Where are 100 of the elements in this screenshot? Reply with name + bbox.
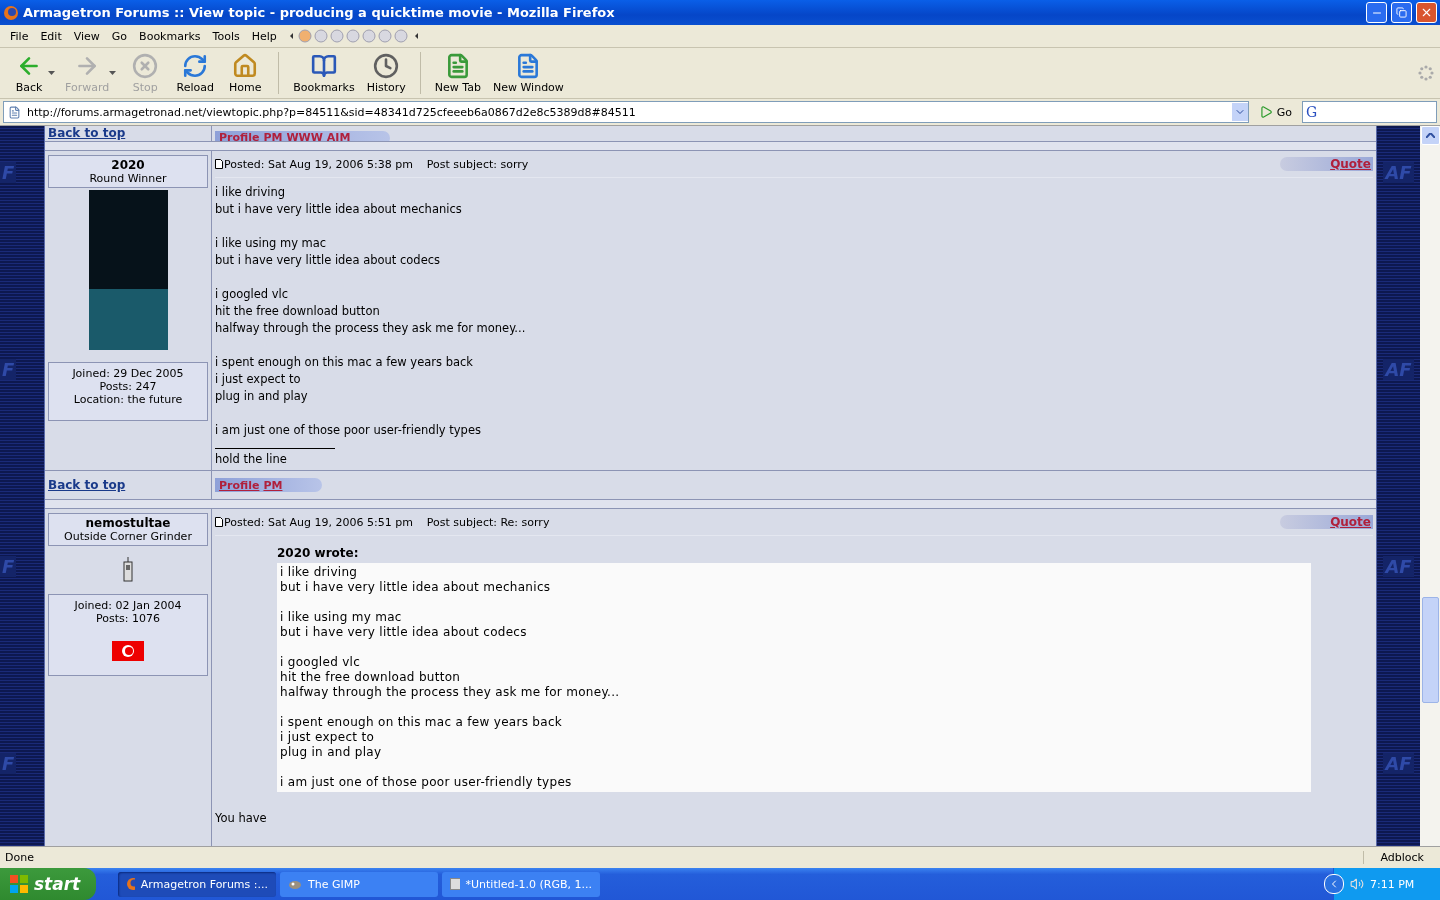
post-text-line: i like using my mac: [215, 235, 328, 252]
post-date: Posted: Sat Aug 19, 2006 5:38 pm: [224, 157, 413, 171]
back-to-top-link[interactable]: Back to top: [48, 478, 126, 492]
post-text-line: hit the free download button: [215, 303, 381, 320]
menu-item[interactable]: Tools: [206, 29, 246, 43]
post-text-line: but i have very little idea about mechanics: [280, 580, 552, 595]
menu-item[interactable]: Bookmarks: [133, 29, 207, 43]
post-text-line: i spent enough on this mac a few years back: [280, 715, 564, 730]
window-title: Armagetron Forums :: View topic - producing a quicktime movie - Mozilla Firefox: [23, 5, 616, 20]
logo-mark: AF: [1383, 162, 1414, 183]
author-detail: Posts: 1076: [96, 612, 160, 625]
menu-item[interactable]: View: [67, 29, 106, 43]
post-icon: [215, 517, 223, 527]
scroll-up-button[interactable]: [1420, 126, 1440, 145]
post-text-line: i just expect to: [280, 730, 376, 745]
address-field[interactable]: http://forums.armagetronad.net/viewtopic.php?p=84511&sid=48341d725cfeeeb6a0867d2e8c5389d8#84511: [3, 101, 1249, 123]
newwindow-button[interactable]: New Window: [487, 48, 570, 98]
signature-text: hold the line: [215, 448, 335, 468]
author-detail: Posts: 247: [99, 380, 157, 393]
menu-item[interactable]: File: [4, 29, 35, 43]
post-subject: Post subject: Re: sorry: [426, 515, 550, 529]
post-text-line: but i have very little idea about codecs: [215, 252, 442, 269]
back-button[interactable]: Back: [4, 48, 54, 98]
logo-mark: F: [0, 753, 17, 774]
phone-icon: [122, 556, 134, 582]
status-text: Done: [4, 851, 35, 864]
chevron-up-icon: [1425, 133, 1435, 138]
logo-mark: AF: [1383, 753, 1414, 774]
post-text-line: i like driving: [280, 565, 359, 580]
post-text-line: i spent enough on this mac a few years back: [215, 354, 474, 371]
post-text-line: i googled vlc: [215, 286, 290, 303]
post-text-line: halfway through the process they ask me for money...: [215, 320, 527, 337]
menu-item[interactable]: Help: [245, 29, 283, 43]
gimp-logo-icon: [288, 878, 302, 890]
author-detail: Location: the future: [73, 393, 183, 406]
reload-icon: [182, 52, 209, 79]
close-icon: [1420, 6, 1433, 19]
post-text-line: halfway through the process they ask me for money...: [280, 685, 621, 700]
scroll-thumb[interactable]: [1421, 597, 1439, 703]
newtab-button[interactable]: New Tab: [428, 48, 487, 98]
bookmarks-button[interactable]: Bookmarks: [287, 48, 361, 98]
post-text-line: but i have very little idea about codecs: [280, 625, 528, 640]
close-button[interactable]: [1416, 2, 1437, 23]
post-date: Posted: Sat Aug 19, 2006 5:51 pm: [224, 515, 413, 529]
browser-logo-icon: [3, 4, 19, 21]
menu-item[interactable]: Edit: [34, 29, 68, 43]
reload-button[interactable]: Reload: [170, 48, 221, 98]
post-text-line: i googled vlc: [280, 655, 362, 670]
page-icon: [8, 105, 21, 119]
go-icon: [1258, 105, 1273, 119]
restore-icon: [1396, 7, 1407, 18]
go-button[interactable]: Go: [1254, 105, 1296, 119]
post-subject: Post subject: sorry: [426, 157, 529, 171]
logo-mark: AF: [1383, 359, 1414, 380]
logo-mark: AF: [1383, 556, 1414, 577]
post-text-line: hit the free download button: [280, 670, 462, 685]
home-icon: [232, 52, 259, 79]
tray-expand-icon[interactable]: [1324, 874, 1344, 894]
throbber-icon: [1418, 65, 1434, 81]
post-text-line: plug in and play: [215, 388, 309, 405]
author-name: nemostultae: [84, 516, 172, 530]
post-text-line: You have: [215, 810, 268, 827]
taskbar-button[interactable]: The GIMP: [280, 871, 438, 897]
image-window-icon: [450, 878, 460, 890]
search-field[interactable]: G: [1302, 101, 1437, 123]
restore-button[interactable]: [1391, 2, 1412, 23]
author-detail: Joined: 02 Jan 2004: [74, 599, 182, 612]
home-button[interactable]: Home: [220, 48, 271, 98]
logo-mark: F: [0, 162, 17, 183]
back-to-top-link[interactable]: Back to top: [48, 127, 126, 139]
post-icon: [215, 159, 223, 169]
taskbar-button[interactable]: Armagetron Forums :...: [118, 871, 276, 897]
minimize-button[interactable]: [1366, 2, 1387, 23]
start-button[interactable]: start: [0, 868, 96, 900]
logo-mark: F: [0, 359, 17, 380]
post-text-line: i like driving: [215, 184, 287, 201]
author-rank: Outside Corner Grinder: [63, 530, 193, 543]
browser-logo-icon: [126, 877, 135, 891]
status-panel[interactable]: Adblock: [1363, 851, 1440, 864]
post-text-line: but i have very little idea about mechanics: [215, 201, 463, 218]
book-icon: [311, 52, 337, 79]
author-rank: Round Winner: [88, 172, 168, 185]
menu-item[interactable]: Go: [105, 29, 134, 43]
author-detail: Joined: 29 Dec 2005: [72, 367, 184, 380]
search-engine-logo[interactable]: G: [1306, 104, 1318, 120]
dropdown-icon[interactable]: [1231, 103, 1248, 121]
post-text-line: i am just one of those poor user-friendly types: [280, 775, 573, 790]
clock-text: 7:11 PM: [1370, 877, 1415, 891]
clock-icon: [373, 52, 400, 79]
windows-logo-icon: [10, 875, 28, 893]
post-text-line: i like using my mac: [280, 610, 403, 625]
post-text-line: i am just one of those poor user-friendly types: [215, 422, 482, 439]
quote-author: 2020 wrote:: [277, 546, 360, 560]
post-text-line: plug in and play: [280, 745, 383, 760]
taskbar-button[interactable]: *Untitled-1.0 (RGB, 1...: [442, 871, 600, 897]
history-button[interactable]: History: [360, 48, 412, 98]
stop-icon: [132, 52, 159, 79]
post-text-line: i just expect to: [215, 371, 302, 388]
author-name: 2020: [110, 158, 146, 172]
logo-mark: F: [0, 556, 17, 577]
